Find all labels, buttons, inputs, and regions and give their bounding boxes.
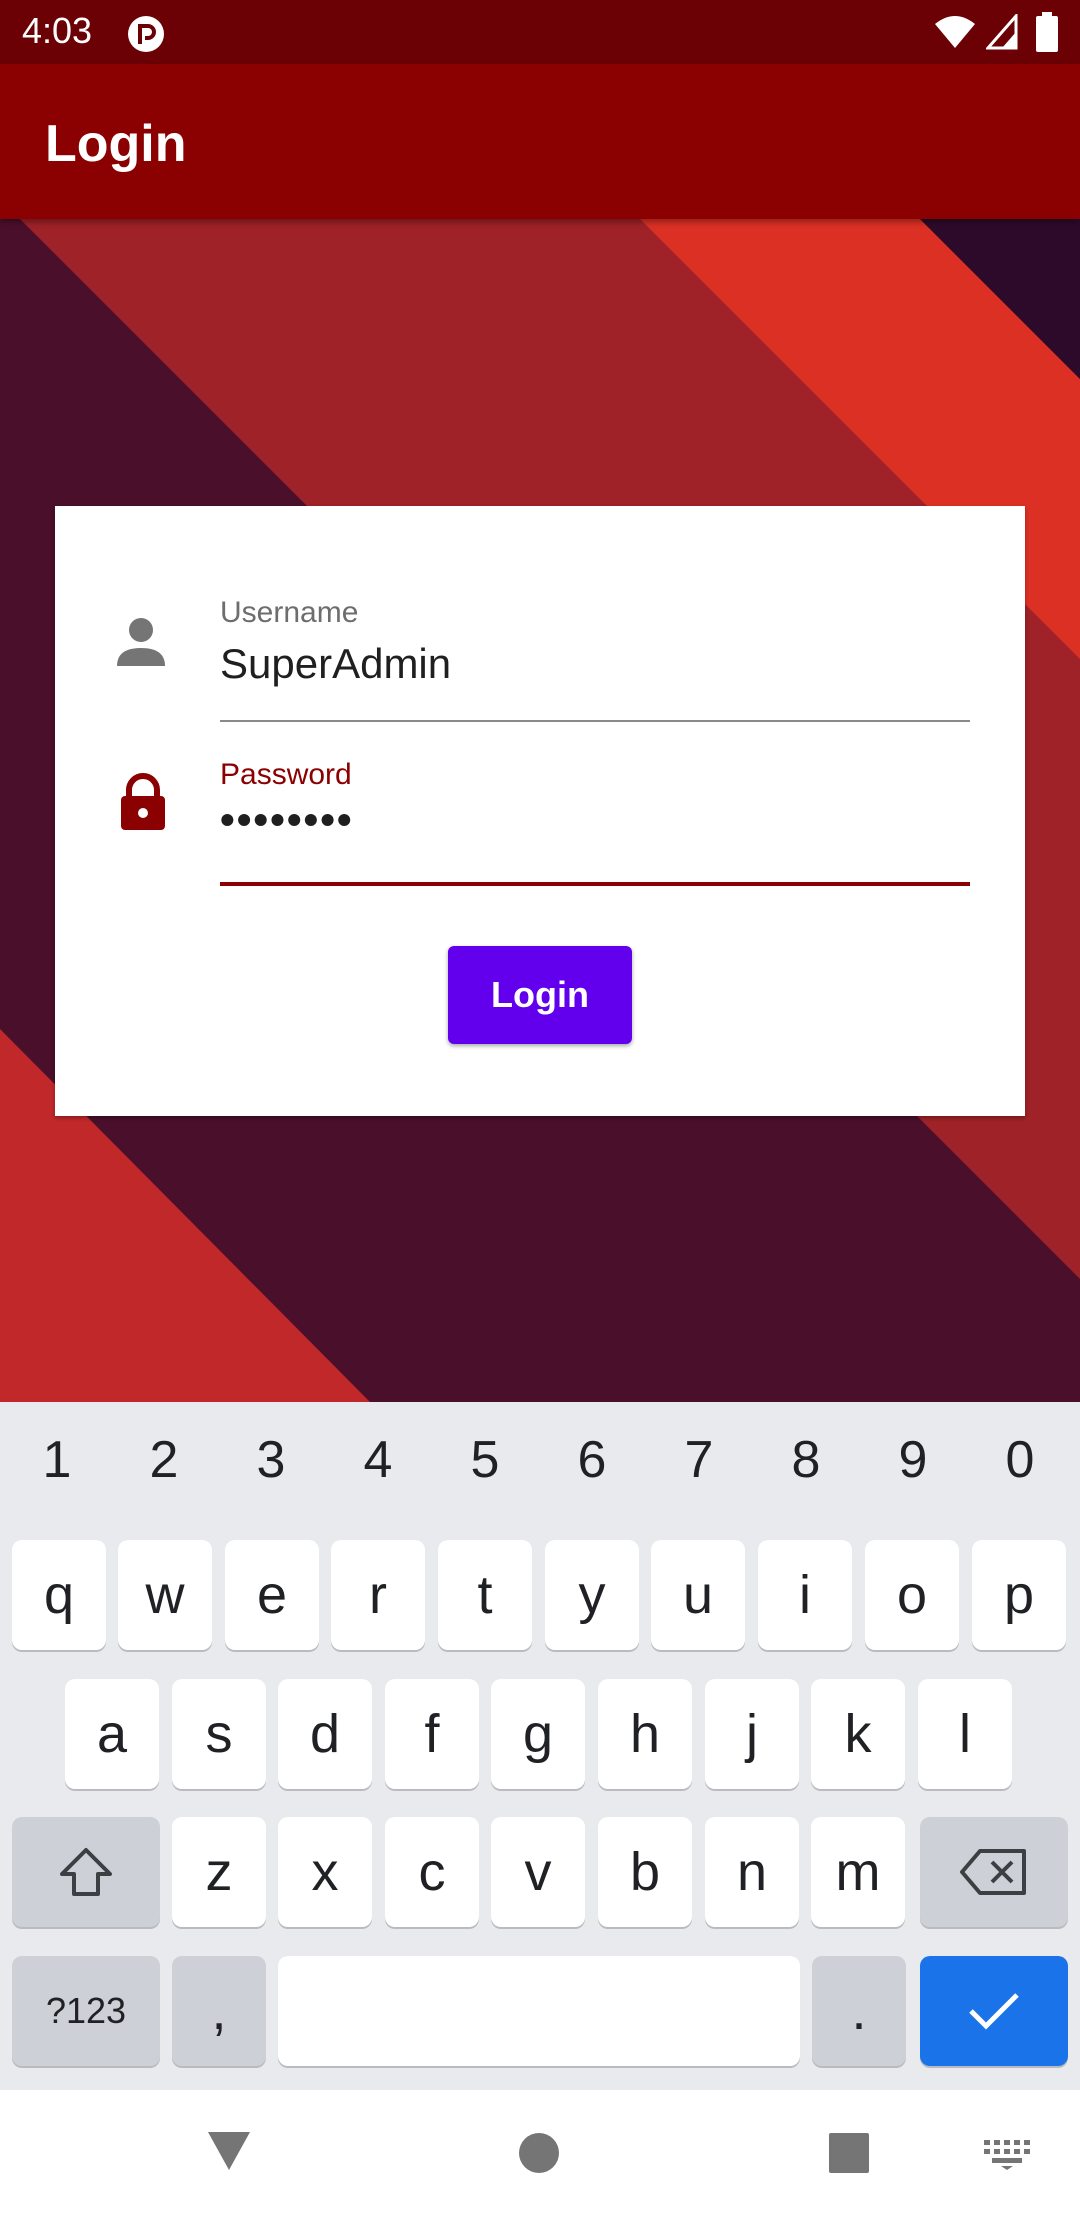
key-q[interactable]: q [12, 1540, 106, 1650]
key-v[interactable]: v [491, 1817, 585, 1927]
key-4[interactable]: 4 [328, 1430, 428, 1490]
key-k[interactable]: k [811, 1679, 905, 1789]
shift-key[interactable] [12, 1817, 160, 1927]
status-time: 4:03 [22, 10, 93, 51]
key-i[interactable]: i [758, 1540, 852, 1650]
cell-signal-icon [986, 14, 1018, 50]
key-x[interactable]: x [278, 1817, 372, 1927]
backspace-key[interactable] [920, 1817, 1068, 1927]
navigation-bar [0, 2090, 1080, 2220]
key-s[interactable]: s [172, 1679, 266, 1789]
recents-icon[interactable] [828, 2132, 870, 2174]
key-r[interactable]: r [331, 1540, 425, 1650]
battery-icon [1036, 12, 1058, 52]
soft-keyboard: 1 2 3 4 5 6 7 8 9 0 q w e r t y u i o p … [0, 1402, 1080, 2090]
wifi-icon [935, 16, 975, 48]
space-key[interactable] [278, 1956, 800, 2066]
lock-icon [121, 773, 165, 830]
username-label: Username [220, 596, 359, 629]
app-notification-icon [128, 16, 164, 52]
username-field[interactable]: SuperAdmin [220, 640, 451, 688]
key-p[interactable]: p [972, 1540, 1066, 1650]
key-t[interactable]: t [438, 1540, 532, 1650]
password-field[interactable]: •••••••• [220, 796, 354, 844]
key-g[interactable]: g [491, 1679, 585, 1789]
app-bar: Login [0, 64, 1080, 219]
symbols-key[interactable]: ?123 [12, 1956, 160, 2066]
checkmark-icon [969, 1993, 1019, 2030]
key-3[interactable]: 3 [221, 1430, 321, 1490]
key-j[interactable]: j [705, 1679, 799, 1789]
key-d[interactable]: d [278, 1679, 372, 1789]
key-1[interactable]: 1 [7, 1430, 107, 1490]
key-2[interactable]: 2 [114, 1430, 214, 1490]
key-b[interactable]: b [598, 1817, 692, 1927]
page-title: Login [45, 115, 187, 173]
keyboard-switch-icon[interactable] [984, 2140, 1030, 2170]
key-u[interactable]: u [651, 1540, 745, 1650]
comma-key[interactable]: , [172, 1956, 266, 2066]
status-bar: 4:03 [0, 0, 1080, 64]
key-n[interactable]: n [705, 1817, 799, 1927]
period-key[interactable]: . [812, 1956, 906, 2066]
key-6[interactable]: 6 [542, 1430, 642, 1490]
password-underline [220, 882, 970, 886]
key-l[interactable]: l [918, 1679, 1012, 1789]
back-icon[interactable] [206, 2130, 252, 2172]
key-m[interactable]: m [811, 1817, 905, 1927]
key-a[interactable]: a [65, 1679, 159, 1789]
key-o[interactable]: o [865, 1540, 959, 1650]
key-z[interactable]: z [172, 1817, 266, 1927]
key-h[interactable]: h [598, 1679, 692, 1789]
person-icon [117, 618, 165, 666]
password-label: Password [220, 758, 352, 791]
key-e[interactable]: e [225, 1540, 319, 1650]
enter-key[interactable] [920, 1956, 1068, 2066]
shift-icon [60, 1848, 112, 1896]
login-button[interactable]: Login [448, 946, 632, 1044]
key-w[interactable]: w [118, 1540, 212, 1650]
key-7[interactable]: 7 [649, 1430, 749, 1490]
key-c[interactable]: c [385, 1817, 479, 1927]
key-5[interactable]: 5 [435, 1430, 535, 1490]
backspace-icon [960, 1849, 1026, 1895]
key-8[interactable]: 8 [756, 1430, 856, 1490]
key-9[interactable]: 9 [863, 1430, 963, 1490]
username-underline [220, 720, 970, 722]
home-icon[interactable] [518, 2132, 560, 2174]
key-0[interactable]: 0 [970, 1430, 1070, 1490]
key-y[interactable]: y [545, 1540, 639, 1650]
key-f[interactable]: f [385, 1679, 479, 1789]
